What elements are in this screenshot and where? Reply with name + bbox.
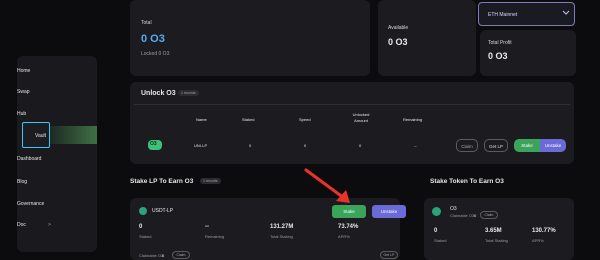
lp-claimable-label: Claimable O3: — [139, 253, 165, 258]
sidebar-item-home[interactable]: Home — [17, 68, 30, 74]
pool-name: USDT-LP — [152, 208, 174, 214]
lp-stat-apr-value: 73.74% — [338, 224, 359, 230]
stake-token-section-title: Stake Token To Earn O3 — [430, 178, 504, 185]
lp-get-lp-button[interactable]: Get LP — [380, 251, 398, 259]
lp-stat-remaining-label: Remaining — [205, 234, 225, 239]
total-value: 0 O3 — [141, 33, 165, 45]
token-stat-staked-label: Staked — [434, 238, 447, 243]
sidebar-item-doc[interactable]: Doc — [17, 222, 26, 228]
available-label: Available — [388, 25, 409, 31]
unlock-claim-button[interactable]: Claim — [456, 139, 478, 152]
vault-active-indicator — [50, 126, 97, 144]
col-staked: Staked — [242, 117, 255, 122]
sidebar — [17, 56, 97, 252]
col-remaining: Remaining — [403, 117, 423, 122]
lp-claim-button[interactable]: Claim — [172, 251, 190, 259]
usdt-lp-token-icon — [139, 207, 147, 215]
total-profit-value: 0 O3 — [488, 51, 508, 61]
token-name: O3 — [450, 206, 457, 212]
token-stat-total-staking-value: 3.65M — [485, 228, 502, 234]
sidebar-item-governance[interactable]: Governance — [17, 201, 44, 207]
token-claim-button[interactable]: Claim — [480, 211, 498, 219]
row-speed: 0 — [304, 143, 307, 148]
available-value: 0 O3 — [388, 37, 408, 47]
stake-lp-records-badge: 1 records — [200, 178, 221, 184]
token-stat-staked-value: 0 — [434, 228, 438, 234]
token-claimable-value: 0 — [474, 213, 477, 218]
lp-stat-staked-value: 0 — [139, 224, 143, 230]
total-profit-label: Total Profit — [488, 40, 512, 46]
token-stat-total-staking-label: Total Staking — [485, 238, 508, 243]
stake-lp-section-title: Stake LP To Earn O3 — [130, 178, 194, 185]
row-unlocked: 0 — [359, 143, 362, 148]
sidebar-item-dashboard[interactable]: Dashboard — [17, 156, 41, 162]
col-speed: Speed — [299, 117, 311, 122]
lp-stat-remaining-value: -- — [205, 224, 209, 230]
stake-lp-unstake-button[interactable]: Unstake — [372, 205, 406, 218]
sidebar-item-blog[interactable]: Blog — [17, 179, 27, 185]
token-claimable-label: Claimable O3: — [450, 213, 476, 218]
doc-chevron-icon: > — [48, 222, 51, 228]
sidebar-item-vault[interactable]: Vault — [35, 133, 46, 139]
locked-value: Locked 0 O3 — [141, 51, 170, 57]
lp-stat-total-staking-value: 131.27M — [270, 224, 294, 230]
network-selected-label: ETH Mainnet — [488, 12, 518, 18]
lp-stat-total-staking-label: Total Staking — [270, 234, 293, 239]
sidebar-item-swap[interactable]: Swap — [17, 89, 30, 95]
unlock-records-badge: 1 records — [178, 90, 199, 96]
token-stat-apr-label: APR% — [532, 238, 544, 243]
unlock-stake-button[interactable]: Stake — [514, 139, 540, 152]
row-remaining: -- — [414, 143, 417, 148]
unlock-divider — [134, 104, 570, 105]
total-label: Total — [141, 20, 152, 26]
unlock-unstake-button[interactable]: Unstake — [540, 139, 566, 152]
lp-stat-staked-label: Staked — [139, 234, 152, 239]
unlock-title: Unlock O3 — [141, 90, 176, 97]
row-staked: 0 — [249, 143, 252, 148]
chevron-down-icon — [562, 10, 570, 15]
sidebar-item-hub[interactable]: Hub — [17, 111, 26, 117]
col-unlocked-amount: Unlocked Amount — [352, 112, 370, 123]
col-name: Name — [196, 117, 207, 122]
row-name: UNI-LP — [194, 143, 208, 148]
lp-stat-apr-label: APR% — [338, 234, 350, 239]
total-card — [130, 0, 370, 76]
o3-token-icon — [432, 207, 441, 216]
red-arrow-annotation — [304, 168, 350, 203]
unlock-get-lp-button[interactable]: Get LP — [484, 139, 508, 152]
lp-claimable-value: 0 — [162, 253, 165, 258]
token-stat-apr-value: 130.77% — [532, 228, 556, 234]
